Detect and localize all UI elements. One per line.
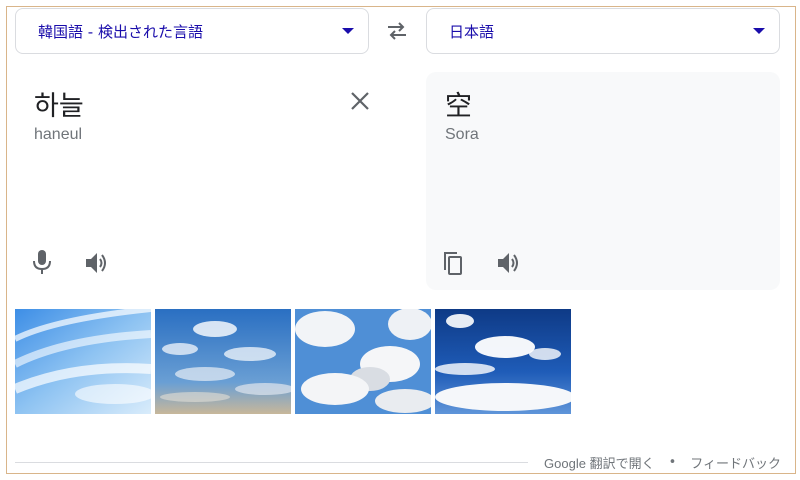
source-language-label: 韓国語 - 検出された言語 [38, 22, 203, 41]
microphone-icon [33, 250, 51, 274]
swap-languages-button[interactable] [380, 19, 414, 43]
feedback-link[interactable]: フィードバック [690, 453, 781, 472]
close-icon [351, 92, 369, 110]
microphone-button[interactable] [28, 248, 56, 276]
target-text: 空 [445, 91, 472, 122]
speaker-icon [86, 253, 106, 273]
speaker-icon [498, 253, 518, 273]
sky-image-2[interactable] [155, 309, 291, 414]
chevron-down-icon [342, 28, 354, 34]
copy-button[interactable] [439, 249, 467, 277]
open-in-google-translate-link[interactable]: Google 翻訳で開く [544, 453, 655, 472]
footer-separator: • [668, 454, 677, 470]
source-language-select[interactable]: 韓国語 - 検出された言語 [15, 8, 369, 54]
sky-image-4[interactable] [435, 309, 571, 414]
clear-text-button[interactable] [347, 88, 373, 114]
footer: Google 翻訳で開く • フィードバック [15, 452, 781, 472]
sky-image-3[interactable] [295, 309, 431, 414]
image-results [15, 309, 571, 414]
target-transliteration: Sora [445, 126, 479, 143]
sky-image-1[interactable] [15, 309, 151, 414]
source-pane: 하늘 haneul [15, 72, 408, 290]
source-transliteration: haneul [34, 126, 83, 143]
target-pane: 空 Sora [426, 72, 780, 290]
footer-divider [15, 461, 529, 463]
target-language-label: 日本語 [449, 22, 495, 41]
source-listen-button[interactable] [83, 249, 111, 277]
swap-icon [388, 22, 406, 40]
source-text[interactable]: 하늘 [34, 84, 84, 123]
target-listen-button[interactable] [495, 249, 523, 277]
chevron-down-icon [753, 28, 765, 34]
target-language-select[interactable]: 日本語 [426, 8, 780, 54]
copy-icon [444, 252, 462, 275]
